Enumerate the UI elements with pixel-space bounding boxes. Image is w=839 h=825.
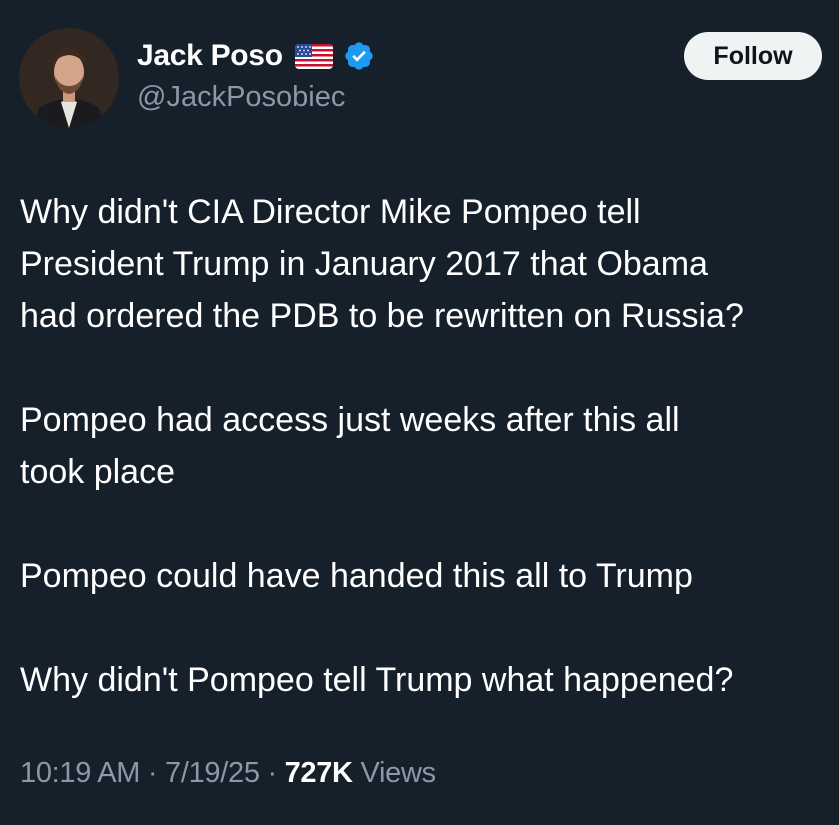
tweet-card: Jack Poso @JackPosobiec Follow Why didn'… [0,0,839,825]
tweet-date[interactable]: 7/19/25 [165,757,260,789]
tweet-paragraph: Pompeo had access just weeks after this … [20,401,680,491]
us-flag-icon [294,43,333,69]
tweet-text: Why didn't CIA Director Mike Pompeo tell… [20,186,835,706]
author-handle[interactable]: @JackPosobiec [137,81,375,114]
follow-button[interactable]: Follow [684,32,822,80]
tweet-paragraph: Why didn't Pompeo tell Trump what happen… [20,661,734,699]
avatar[interactable] [19,28,119,128]
tweet-metadata: 10:19 AM · 7/19/25 · 727K Views [20,757,436,790]
meta-separator: · [259,757,285,789]
author-display-name[interactable]: Jack Poso [137,39,283,73]
views-count[interactable]: 727K [285,757,353,789]
tweet-paragraph: Why didn't CIA Director Mike Pompeo tell… [20,193,744,335]
tweet-paragraph: Pompeo could have handed this all to Tru… [20,557,693,595]
author-block: Jack Poso @JackPosobiec [137,36,375,114]
avatar-image [19,28,119,128]
views-label: Views [352,757,436,789]
meta-separator: · [140,757,166,789]
author-name-row: Jack Poso [137,36,375,76]
tweet-time[interactable]: 10:19 AM [20,757,140,789]
verified-badge-icon[interactable] [343,40,375,72]
